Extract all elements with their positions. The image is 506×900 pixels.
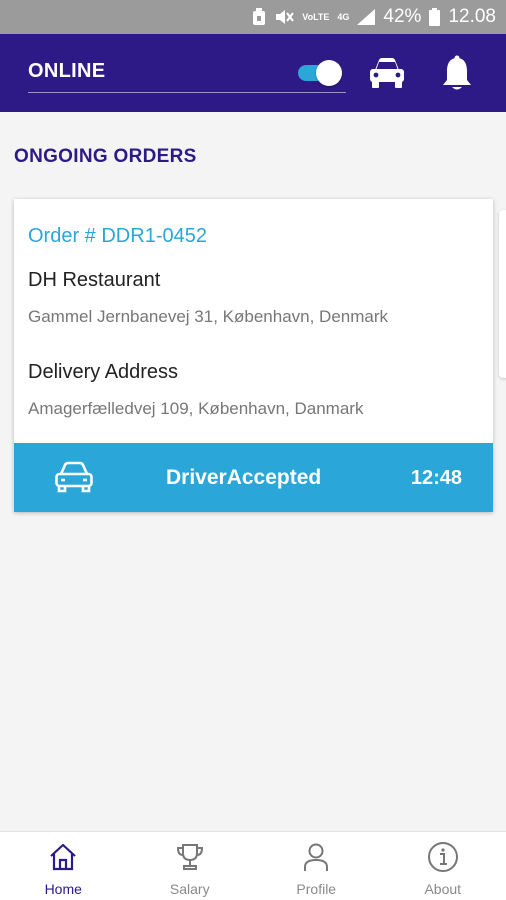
delivery-address-label: Delivery Address [28,361,179,383]
order-number: Order # DDR1-0452 [28,225,207,247]
car-icon [54,461,94,493]
order-card[interactable]: Order # DDR1-0452 DH Restaurant Gammel J… [14,199,493,512]
trophy-icon [174,841,206,873]
online-underline [28,92,346,93]
info-icon [427,841,459,873]
battery-percent: 42% [383,6,422,27]
nav-item-profile[interactable]: Profile [253,832,380,900]
bottom-navigation: Home Salary Profile About [0,831,506,900]
notification-icon [252,8,266,26]
mute-icon [274,8,295,26]
nav-item-salary[interactable]: Salary [127,832,254,900]
nav-label: Profile [296,881,337,897]
nav-item-home[interactable]: Home [0,832,127,900]
nav-label: Home [44,881,82,897]
car-icon[interactable] [368,56,406,90]
online-toggle[interactable] [296,60,344,86]
section-title: ONGOING ORDERS [14,146,197,167]
delivery-address: Amagerfælledvej 109, København, Danmark [28,399,364,418]
home-icon [47,841,79,873]
restaurant-name: DH Restaurant [28,269,161,291]
clock: 12.08 [448,6,496,27]
next-card-peek [499,210,506,378]
nav-label: Salary [169,881,210,897]
order-time: 12:48 [410,467,462,489]
volte-indicator: VoLTE [302,11,330,22]
toggle-knob [316,60,342,86]
online-status-label: ONLINE [28,60,106,82]
order-status-bar[interactable]: DriverAccepted 12:48 [14,443,493,512]
order-status: DriverAccepted [166,466,322,489]
signal-icon [357,9,376,25]
nav-item-about[interactable]: About [380,832,506,900]
nav-label: About [424,881,462,897]
person-icon [300,841,332,873]
status-icons: VoLTE 4G 42% 12.08 [252,0,496,34]
network-type: 4G [337,11,350,22]
restaurant-address: Gammel Jernbanevej 31, København, Denmar… [28,307,389,326]
battery-icon [429,8,441,26]
app-header: ONLINE [0,34,506,112]
bell-icon[interactable] [440,54,474,92]
status-bar: VoLTE 4G 42% 12.08 [0,0,506,34]
